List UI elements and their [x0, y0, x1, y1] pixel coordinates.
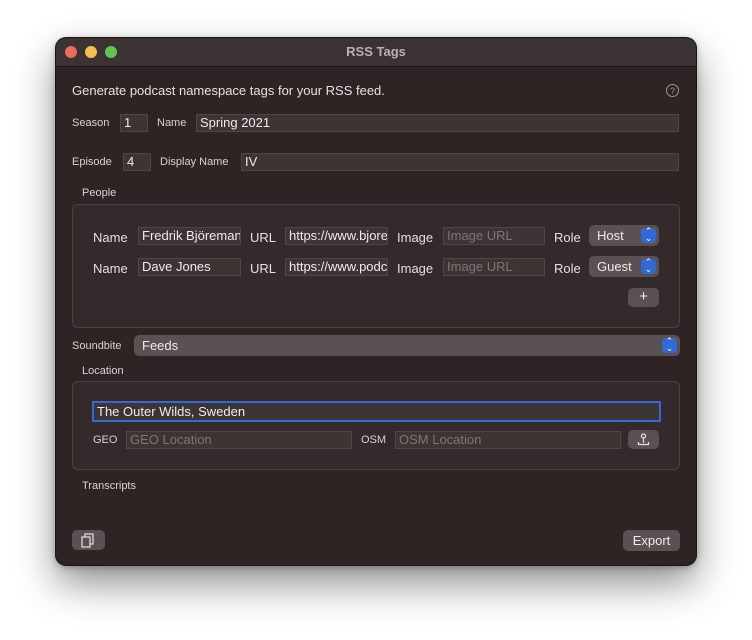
osm-input[interactable]: OSM Location — [395, 431, 621, 449]
people-group: Name Fredrik Björeman URL https://www.bj… — [72, 204, 680, 328]
transcripts-heading: Transcripts — [82, 480, 136, 492]
copy-document-icon — [81, 533, 94, 548]
episode-label: Episode — [72, 156, 112, 168]
person-url-input[interactable]: https://www.podcastindex.org — [285, 258, 388, 276]
season-name-input[interactable]: Spring 2021 — [196, 114, 679, 132]
season-name-label: Name — [157, 117, 187, 129]
geo-input[interactable]: GEO Location — [126, 431, 352, 449]
help-icon[interactable]: ? — [666, 84, 679, 97]
add-person-button[interactable]: + — [628, 288, 659, 307]
intro-text: Generate podcast namespace tags for your… — [72, 83, 385, 98]
soundbite-popup[interactable]: Feeds ⌃ ⌄ — [134, 335, 680, 356]
location-group: The Outer Wilds, Sweden GEO GEO Location… — [72, 381, 680, 470]
season-label: Season — [72, 117, 110, 129]
display-name-label: Display Name — [160, 156, 229, 168]
location-pin-icon — [637, 433, 650, 446]
person-role-popup[interactable]: Host ⌃ ⌄ — [589, 225, 659, 246]
soundbite-value: Feeds — [142, 338, 179, 353]
person-image-label: Image — [397, 261, 434, 276]
copy-button[interactable] — [72, 530, 105, 550]
season-input[interactable]: 1 — [120, 114, 148, 132]
person-name-label: Name — [93, 261, 128, 276]
location-heading: Location — [82, 365, 124, 377]
person-role-value: Guest — [597, 259, 632, 274]
episode-input[interactable]: 4 — [123, 153, 151, 171]
person-url-label: URL — [250, 261, 277, 276]
chevron-up-down-icon: ⌃ ⌄ — [641, 227, 656, 243]
person-name-input[interactable]: Fredrik Björeman — [138, 227, 241, 245]
person-name-label: Name — [93, 230, 128, 245]
person-role-value: Host — [597, 228, 624, 243]
person-url-input[interactable]: https://www.bjoreman.com — [285, 227, 388, 245]
title-bar: RSS Tags — [56, 38, 696, 67]
person-image-input[interactable]: Image URL — [443, 227, 545, 245]
geo-label: GEO — [93, 434, 118, 446]
person-url-label: URL — [250, 230, 277, 245]
export-button[interactable]: Export — [623, 530, 680, 551]
chevron-up-down-icon: ⌃ ⌄ — [641, 258, 656, 274]
rss-tags-window: RSS Tags Generate podcast namespace tags… — [56, 38, 696, 565]
person-role-popup[interactable]: Guest ⌃ ⌄ — [589, 256, 659, 277]
people-heading: People — [82, 187, 117, 199]
window-title: RSS Tags — [346, 44, 406, 59]
person-image-input[interactable]: Image URL — [443, 258, 545, 276]
person-role-label: Role — [554, 230, 581, 245]
person-image-label: Image — [397, 230, 434, 245]
osm-label: OSM — [361, 434, 387, 446]
lookup-location-button[interactable] — [628, 430, 659, 449]
soundbite-label: Soundbite — [72, 340, 122, 352]
location-input[interactable]: The Outer Wilds, Sweden — [92, 401, 661, 422]
display-name-input[interactable]: IV — [241, 153, 679, 171]
person-name-input[interactable]: Dave Jones — [138, 258, 241, 276]
chevron-up-down-icon: ⌃ ⌄ — [662, 337, 677, 353]
person-role-label: Role — [554, 261, 581, 276]
